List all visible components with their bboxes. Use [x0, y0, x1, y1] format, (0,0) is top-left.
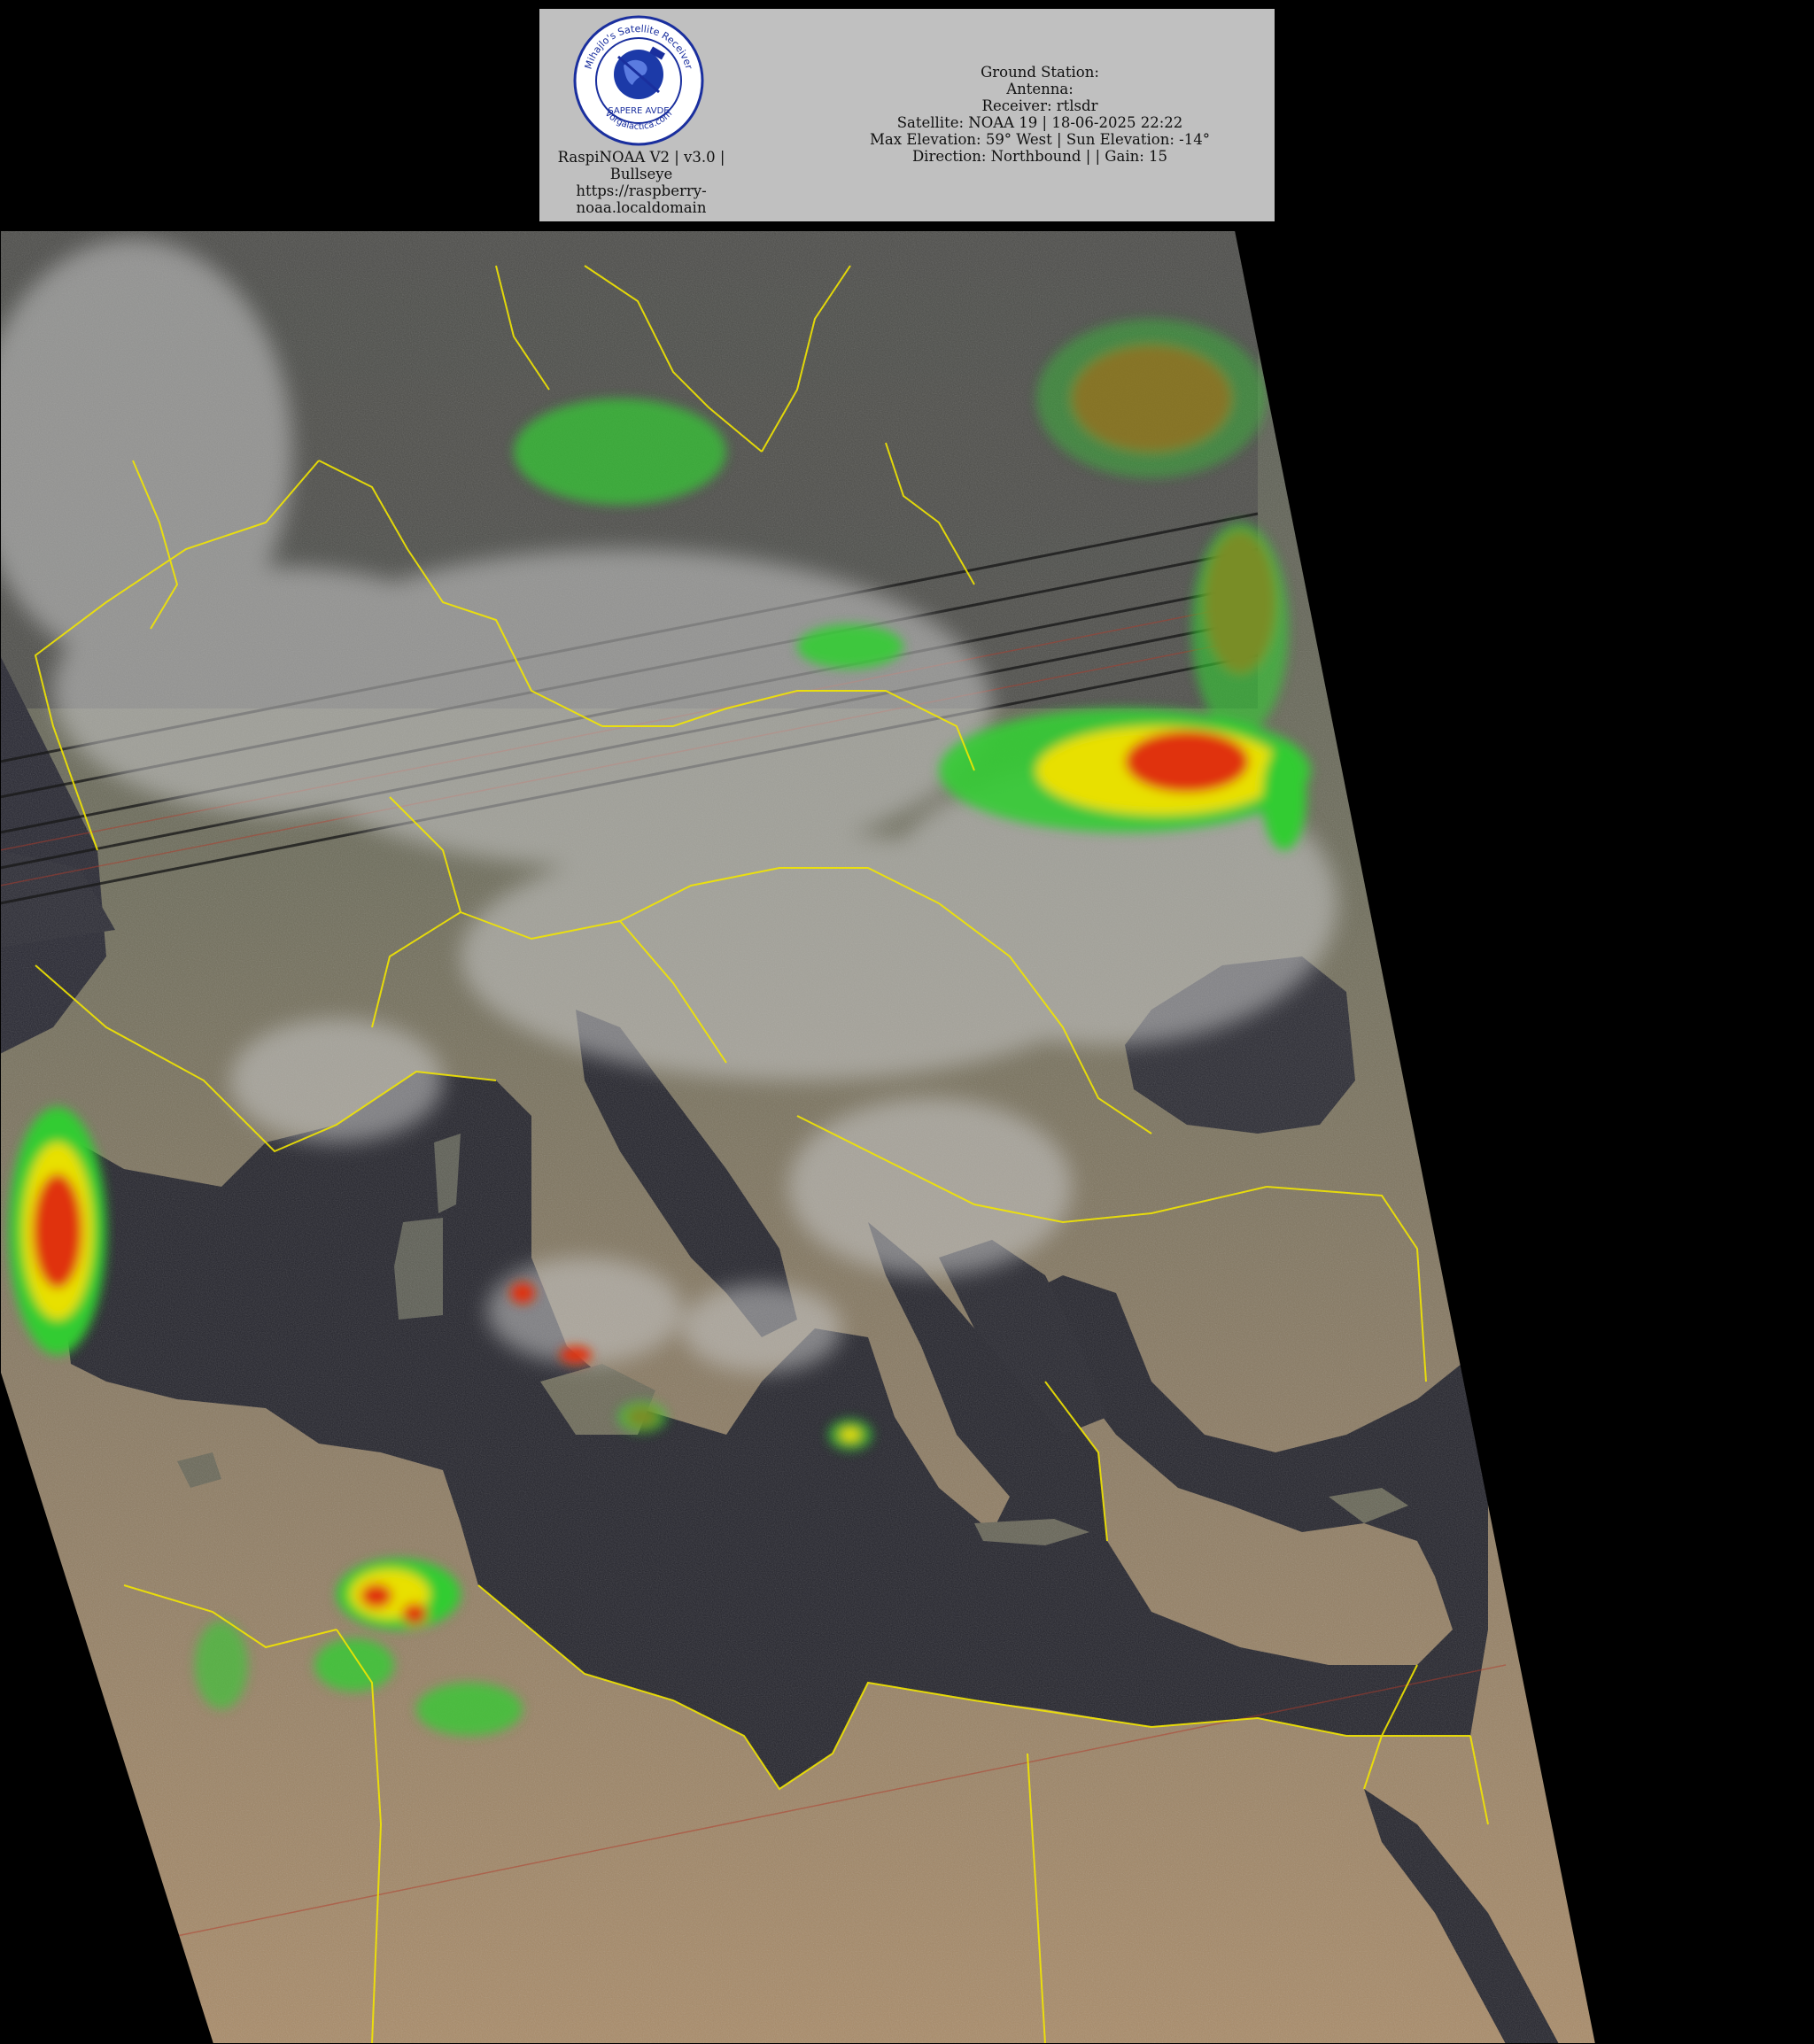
- caption-line: Bullseye: [609, 166, 673, 182]
- satellite-label: Satellite: NOAA 19 | 18-06-2025 22:22: [896, 114, 1183, 131]
- elevation-label: Max Elevation: 59° West | Sun Elevation:…: [870, 131, 1210, 148]
- header-panel: Mihajlo's Satellite Receiver vorgalactic…: [539, 9, 1275, 221]
- caption-line: noaa.localdomain: [576, 199, 707, 216]
- receiver-label: Receiver: rtlsdr: [981, 97, 1098, 114]
- ground-station-label: Ground Station:: [981, 64, 1099, 81]
- caption-line: RaspiNOAA V2 | v3.0 |: [557, 149, 725, 166]
- caption-line: https://raspberry-: [576, 182, 707, 199]
- precipitation-west: [9, 1107, 106, 1355]
- antenna-label: Antenna:: [1006, 81, 1074, 97]
- direction-label: Direction: Northbound | | Gain: 15: [911, 148, 1168, 165]
- station-caption: RaspiNOAA V2 | v3.0 | Bullseye https://r…: [539, 149, 743, 216]
- pass-info: Ground Station: Antenna: Receiver: rtlsd…: [761, 64, 1319, 165]
- satellite-image: [0, 230, 1598, 2044]
- logo-seal: Mihajlo's Satellite Receiver vorgalactic…: [573, 15, 704, 146]
- svg-text:SAPERE AVDE: SAPERE AVDE: [608, 106, 669, 116]
